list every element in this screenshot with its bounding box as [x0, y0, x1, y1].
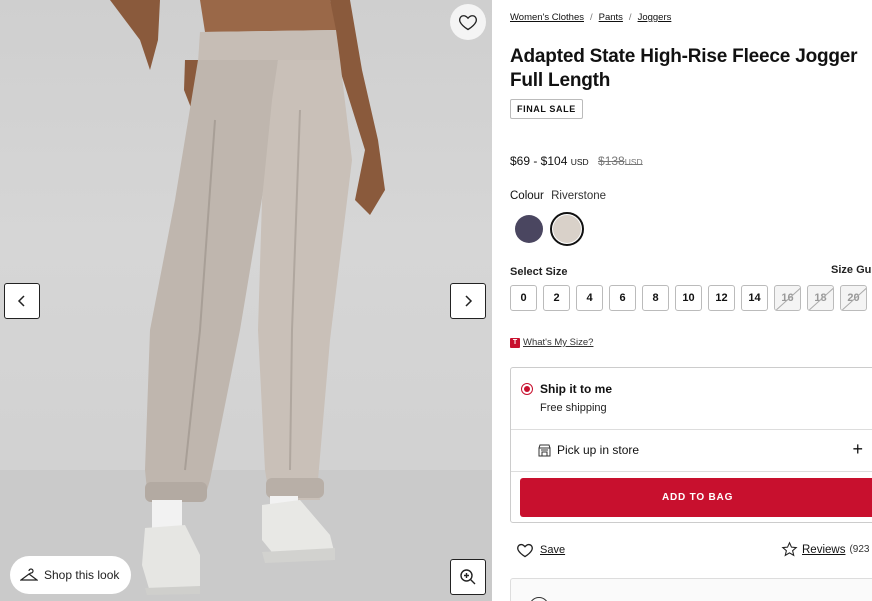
pickup-label: Pick up in store — [557, 443, 640, 457]
size-option-unavailable[interactable]: 16 — [774, 285, 801, 311]
size-option[interactable]: 14 — [741, 285, 768, 311]
radio-selected-icon — [521, 383, 533, 395]
zoom-button[interactable] — [450, 559, 486, 595]
previous-image-button[interactable] — [4, 283, 40, 319]
fulfillment-options: Ship it to me Free shipping Pick up in s… — [510, 367, 872, 523]
ship-to-me-option[interactable]: Ship it to me Free shipping — [521, 382, 612, 414]
save-label: Save — [540, 544, 566, 556]
size-option[interactable]: 6 — [609, 285, 636, 311]
breadcrumb-separator: / — [589, 12, 593, 23]
store-icon — [538, 444, 551, 456]
reviews-label: Reviews — [802, 543, 846, 556]
size-option[interactable]: 4 — [576, 285, 603, 311]
was-currency: USD — [624, 157, 643, 167]
chevron-left-icon — [17, 295, 25, 307]
product-photo — [0, 0, 492, 601]
product-title-line1: Adapted State High-Rise Fleece Jogger — [510, 46, 858, 67]
colour-swatch-purple[interactable] — [515, 215, 543, 243]
breadcrumb-separator: / — [628, 12, 632, 23]
price: $69 - $104 USD $138USD — [510, 154, 643, 168]
next-image-button[interactable] — [450, 283, 486, 319]
star-icon — [781, 541, 798, 557]
whats-my-size: T What's My Size? — [510, 337, 593, 348]
select-size-label: Select Size — [510, 266, 568, 278]
was-price: $138 — [598, 154, 625, 168]
product-detail: Women's Clothes / Pants / Joggers Adapte… — [510, 0, 872, 601]
size-option[interactable]: 10 — [675, 285, 702, 311]
chevron-right-icon — [465, 295, 473, 307]
product-gallery: Shop this look — [0, 0, 492, 601]
size-option[interactable]: 0 — [510, 285, 537, 311]
colour-label: Colour — [510, 190, 544, 202]
add-to-bag-button[interactable]: ADD TO BAG — [520, 478, 872, 517]
breadcrumb-pants[interactable]: Pants — [599, 12, 623, 23]
breadcrumb-joggers[interactable]: Joggers — [638, 12, 672, 23]
original-price: $138USD — [598, 154, 643, 168]
colour-selector-label: Colour Riverstone — [510, 190, 606, 202]
size-option-unavailable[interactable]: 20 — [840, 285, 867, 311]
breadcrumb-womens-clothes[interactable]: Women's Clothes — [510, 12, 584, 23]
save-button[interactable]: Save — [516, 542, 565, 558]
price-currency: USD — [570, 157, 589, 167]
reviews-count: (923 — [849, 544, 870, 555]
zoom-in-icon — [460, 569, 476, 585]
ship-title: Ship it to me — [540, 382, 612, 396]
reviews-link[interactable]: Reviews (923 — [781, 541, 869, 558]
shop-this-look-label: Shop this look — [44, 568, 120, 582]
info-card — [510, 578, 872, 601]
wishlist-button[interactable] — [450, 4, 486, 40]
hanger-icon — [20, 568, 38, 581]
size-option[interactable]: 2 — [543, 285, 570, 311]
size-options: 0 2 4 6 8 10 12 14 16 18 20 — [510, 285, 867, 311]
ship-subtitle: Free shipping — [540, 402, 607, 414]
heart-icon — [517, 543, 533, 558]
divider — [511, 471, 872, 472]
pickup-in-store-option[interactable]: Pick up in store + — [511, 430, 863, 470]
product-title-line2: Full Length — [510, 70, 611, 91]
info-icon — [529, 597, 549, 601]
product-title: Adapted State High-Rise Fleece Jogger Fu… — [510, 45, 872, 93]
price-range: $69 - $104 — [510, 154, 568, 168]
true-fit-icon: T — [510, 337, 520, 348]
size-option[interactable]: 12 — [708, 285, 735, 311]
shop-this-look-button[interactable]: Shop this look — [10, 556, 132, 594]
size-guide-link[interactable]: Size Gui — [831, 264, 872, 276]
heart-icon — [459, 15, 477, 31]
colour-swatch-riverstone[interactable] — [553, 215, 581, 243]
selected-colour-name: Riverstone — [551, 190, 607, 202]
whats-my-size-link[interactable]: What's My Size? — [523, 337, 593, 348]
size-option-unavailable[interactable]: 18 — [807, 285, 834, 311]
final-sale-badge: FINAL SALE — [510, 99, 583, 119]
size-option[interactable]: 8 — [642, 285, 669, 311]
expand-plus-icon: + — [852, 439, 863, 459]
breadcrumb: Women's Clothes / Pants / Joggers — [510, 12, 671, 23]
